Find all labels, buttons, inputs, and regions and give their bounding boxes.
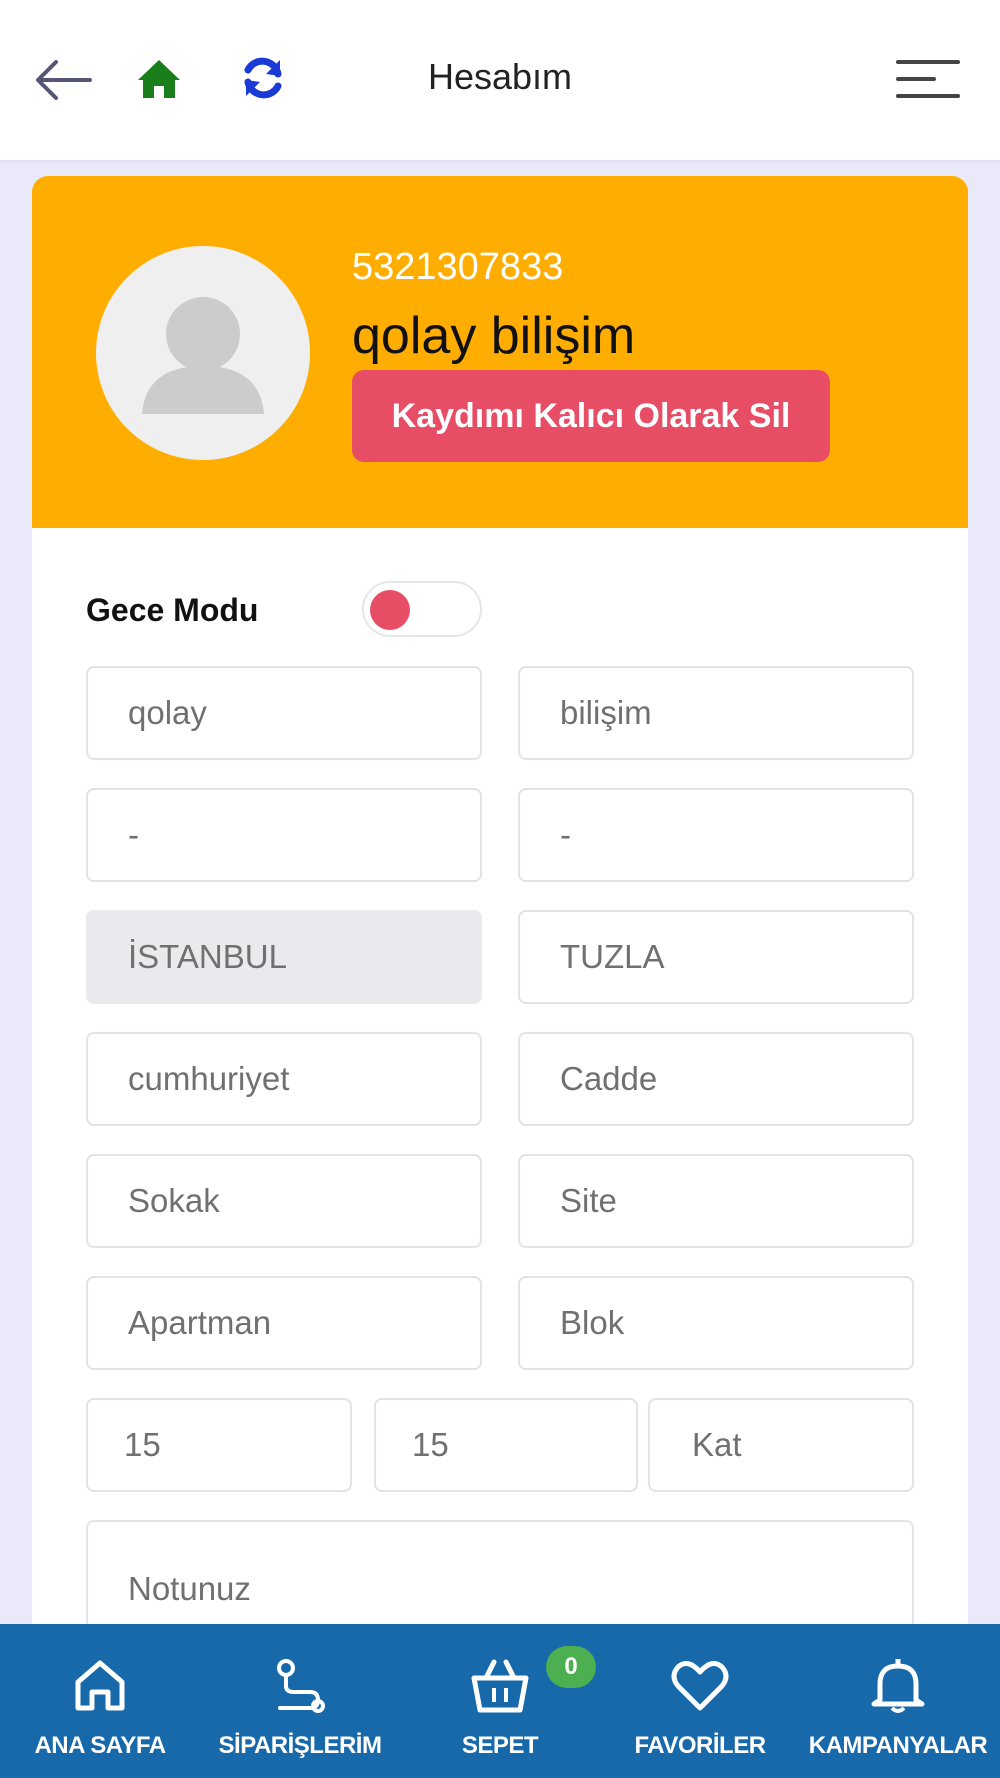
basket-icon xyxy=(471,1659,529,1713)
nav-label: SEPET xyxy=(461,1732,539,1759)
night-mode-toggle[interactable] xyxy=(362,581,482,637)
cart-count-badge: 0 xyxy=(546,1646,596,1688)
page-title: Hesabım xyxy=(427,56,573,97)
user-placeholder-icon xyxy=(142,297,264,414)
home-outline-icon xyxy=(75,1660,125,1711)
street-field[interactable]: Cadde xyxy=(518,1032,914,1126)
account-card: 5321307833 qolay bilişim Kaydımı Kalıcı … xyxy=(32,176,968,1756)
field-3[interactable]: - xyxy=(86,788,482,882)
bell-icon xyxy=(871,1659,925,1713)
top-bar: Hesabım xyxy=(0,0,1000,160)
building-no-field[interactable]: 15 xyxy=(86,1398,352,1492)
bottom-navigation: ANA SAYFA SİPARİŞLERİM 0 SEPET FAVORİLER xyxy=(0,1624,1000,1778)
block-field[interactable]: Blok xyxy=(518,1276,914,1370)
nav-label: KAMPANYALAR xyxy=(808,1732,988,1759)
route-icon xyxy=(277,1659,325,1713)
nav-label: FAVORİLER xyxy=(634,1732,766,1759)
nav-favorites[interactable]: FAVORİLER xyxy=(620,1624,780,1778)
profile-header: 5321307833 qolay bilişim Kaydımı Kalıcı … xyxy=(32,176,968,528)
nav-campaigns[interactable]: KAMPANYALAR xyxy=(800,1624,996,1778)
user-name: qolay bilişim xyxy=(352,307,636,365)
avatar[interactable] xyxy=(96,246,310,460)
floor-field[interactable]: Kat xyxy=(648,1398,914,1492)
nav-home[interactable]: ANA SAYFA xyxy=(18,1624,182,1778)
heart-icon xyxy=(671,1660,729,1711)
city-field[interactable]: İSTANBUL xyxy=(86,910,482,1004)
district-field[interactable]: TUZLA xyxy=(518,910,914,1004)
field-4[interactable]: - xyxy=(518,788,914,882)
last-name-field[interactable]: bilişim xyxy=(518,666,914,760)
toggle-knob xyxy=(370,590,410,630)
nav-orders[interactable]: SİPARİŞLERİM xyxy=(204,1624,396,1778)
delete-account-button[interactable]: Kaydımı Kalıcı Olarak Sil xyxy=(352,370,830,462)
nav-label: SİPARİŞLERİM xyxy=(218,1732,382,1759)
door-no-field[interactable]: 15 xyxy=(374,1398,638,1492)
lane-field[interactable]: Sokak xyxy=(86,1154,482,1248)
nav-label: ANA SAYFA xyxy=(34,1732,166,1759)
nav-cart[interactable]: 0 SEPET xyxy=(420,1624,596,1778)
neighborhood-field[interactable]: cumhuriyet xyxy=(86,1032,482,1126)
first-name-field[interactable]: qolay xyxy=(86,666,482,760)
site-field[interactable]: Site xyxy=(518,1154,914,1248)
night-mode-label: Gece Modu xyxy=(86,592,259,628)
phone-number: 5321307833 xyxy=(352,246,564,288)
apartment-field[interactable]: Apartman xyxy=(86,1276,482,1370)
hamburger-menu-icon[interactable] xyxy=(896,56,960,102)
